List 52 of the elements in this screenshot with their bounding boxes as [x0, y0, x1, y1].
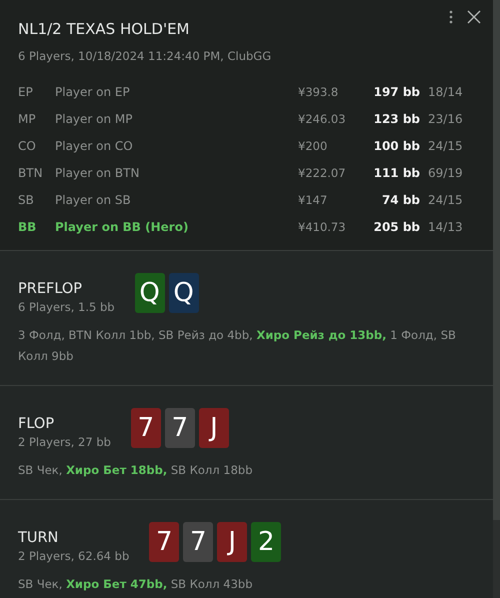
player-bb: 100 bb [372, 138, 420, 152]
player-bb: 197 bb [372, 84, 420, 98]
playing-card: 7 [130, 408, 161, 448]
player-name: Player on EP [55, 84, 131, 98]
player-stats: 69/19 [428, 166, 464, 180]
playing-card: 2 [251, 522, 282, 562]
more-options-icon[interactable] [449, 10, 453, 24]
player-stack: ¥393.8 [298, 84, 340, 98]
player-name: Player on BTN [55, 166, 140, 180]
player-stats: 23/16 [428, 112, 464, 126]
player-stack: ¥222.07 [298, 166, 347, 180]
player-stats: 24/15 [428, 138, 464, 152]
player-position: EP [18, 84, 34, 98]
player-position: SB [18, 192, 35, 206]
player-bb: 74 bb [380, 192, 420, 206]
player-stats: 24/15 [428, 192, 464, 206]
playing-card: J [198, 408, 229, 448]
player-position: CO [18, 138, 37, 152]
playing-card: 7 [149, 522, 180, 562]
street-actions: SB Чек, Хиро Бет 18bb, SB Колл 18bb [18, 462, 254, 479]
player-name: Player on SB [55, 192, 132, 206]
street-actions: SB Чек, Хиро Бет 47bb, SB Колл 43bb [18, 576, 254, 593]
player-bb: 111 bb [372, 166, 420, 180]
player-position: BTN [18, 166, 44, 180]
playing-card: Q [134, 273, 165, 313]
street-name: FLOP [18, 415, 56, 434]
street-name: TURN [18, 529, 60, 548]
player-stats: 14/13 [428, 220, 464, 234]
player-name: Player on MP [55, 112, 134, 126]
street-actions: 3 Фолд, BTN Колл 1bb, SB Рейз до 4bb, Хиро Рейз до 13bb, 1 Фолд, SB Колл 9bb [18, 327, 457, 365]
playing-card: J [217, 522, 248, 562]
player-stack: ¥200 [298, 138, 328, 152]
street-info: 2 Players, 27 bb [18, 434, 111, 450]
player-stack: ¥246.03 [298, 112, 347, 126]
player-bb: 123 bb [372, 112, 420, 126]
street-name: PREFLOP [18, 280, 84, 299]
player-stats: 18/14 [428, 84, 464, 98]
playing-card: 7 [183, 522, 214, 562]
street-info: 6 Players, 1.5 bb [18, 299, 115, 315]
hand-subtitle: 6 Players, 10/18/2024 11:24:40 PM, ClubGG [18, 48, 272, 64]
playing-card: 7 [164, 408, 195, 448]
playing-card: Q [168, 273, 199, 313]
player-stack: ¥147 [298, 192, 328, 206]
player-position: BB [18, 220, 38, 234]
close-icon[interactable] [467, 10, 481, 24]
player-bb: 205 bb [372, 220, 420, 234]
street-info: 2 Players, 62.64 bb [18, 548, 130, 564]
player-position: MP [18, 112, 37, 126]
player-name: Player on BB (Hero) [55, 220, 190, 234]
player-name: Player on CO [55, 138, 134, 152]
hand-title: NL1/2 TEXAS HOLD'EM [18, 19, 190, 39]
player-stack: ¥410.73 [298, 220, 347, 234]
